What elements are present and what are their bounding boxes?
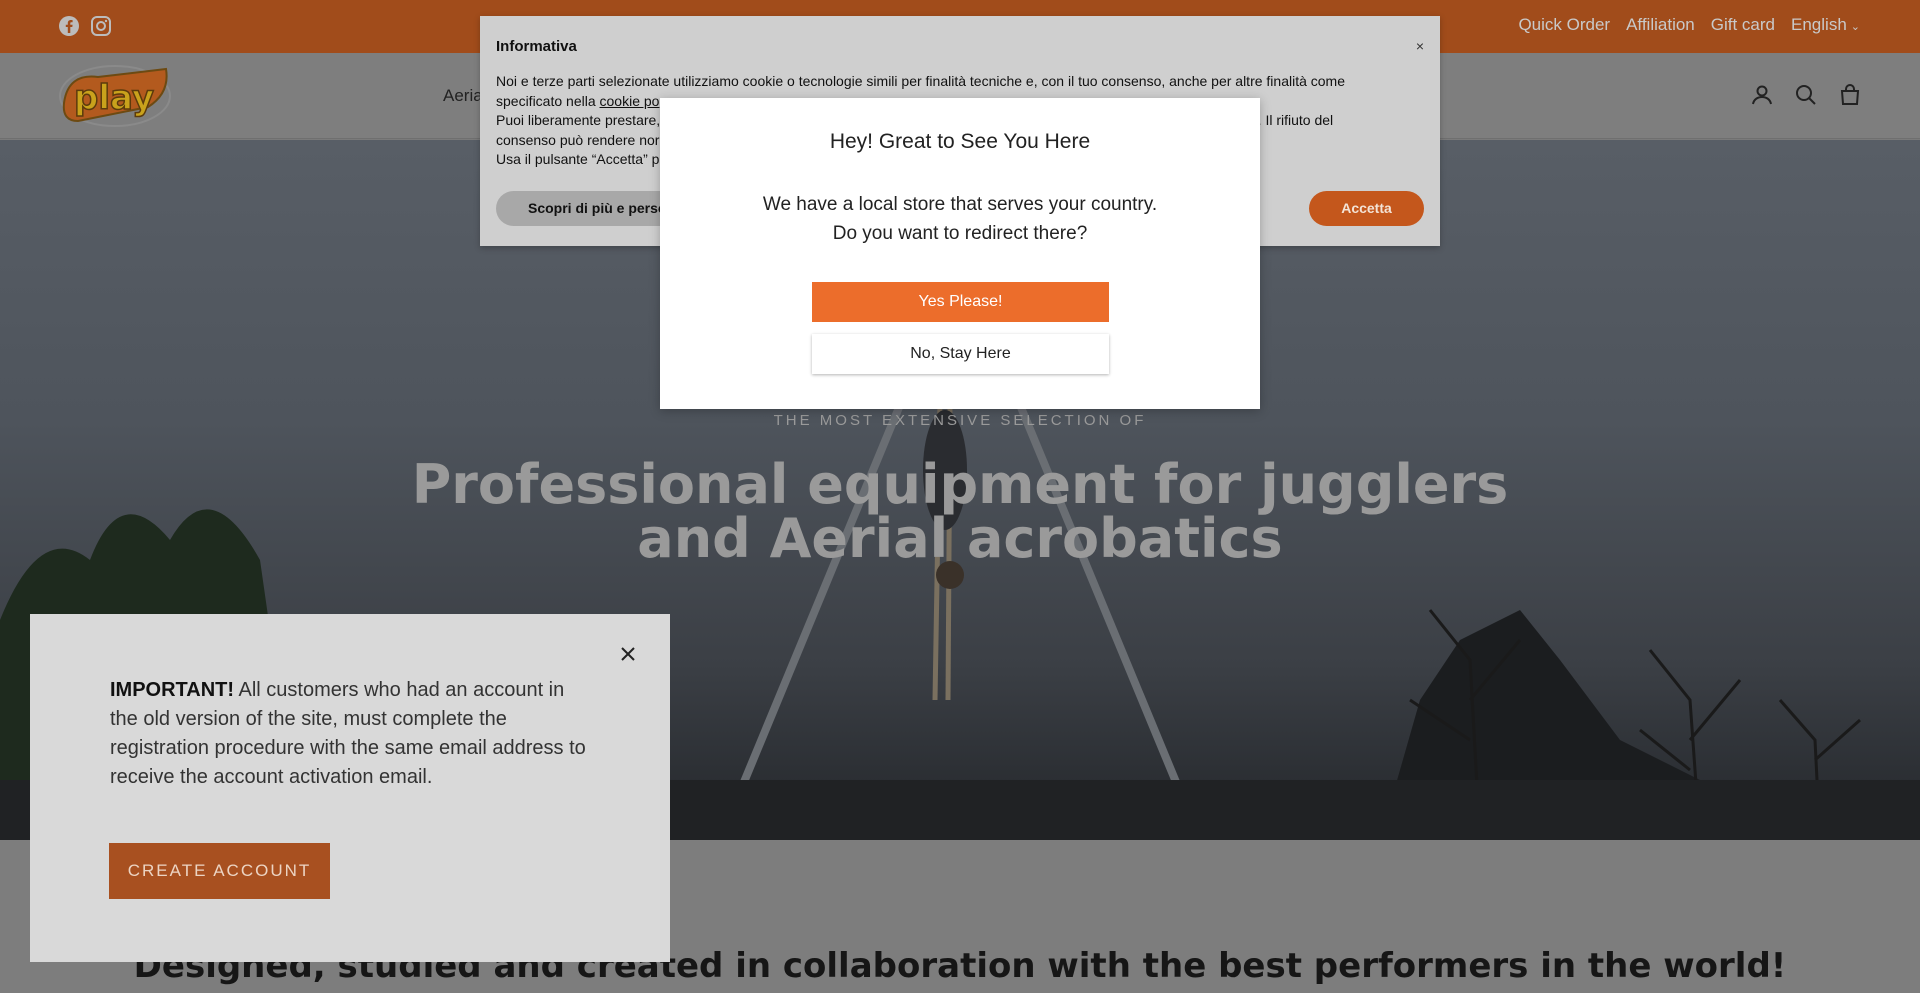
hero-title-line-1: Professional equipment for jugglers [411,453,1509,516]
cookie-line-1: Noi e terze parti selezionate utilizziam… [496,73,1346,89]
facebook-icon[interactable] [58,15,80,37]
header-actions [1750,83,1862,107]
stay-here-button[interactable]: No, Stay Here [812,334,1109,374]
cookie-title: Informativa [496,38,577,55]
hero-eyebrow: THE MOST EXTENSIVE SELECTION OF [773,412,1147,429]
quick-order-link[interactable]: Quick Order [1518,15,1610,35]
play-logo[interactable]: play [58,63,172,129]
bag-icon[interactable] [1838,83,1862,107]
modal-title: Hey! Great to See You Here [829,130,1091,153]
affiliation-link[interactable]: Affiliation [1626,15,1695,35]
notice-strong: IMPORTANT! [110,679,235,701]
create-account-button[interactable]: CREATE ACCOUNT [109,843,330,899]
notice-text: IMPORTANT! All customers who had an acco… [110,676,590,792]
account-icon[interactable] [1750,83,1774,107]
modal-text-line-2: Do you want to redirect there? [832,223,1088,244]
language-selector[interactable]: English ⌄ [1791,15,1860,35]
modal-text: We have a local store that serves your c… [660,190,1260,248]
search-icon[interactable] [1794,83,1818,107]
yes-redirect-button[interactable]: Yes Please! [812,282,1109,322]
nav-item-aerial[interactable]: Aeria [443,86,483,106]
cookie-close-button[interactable]: × [1416,38,1424,54]
cookie-accept-button[interactable]: Accetta [1309,191,1424,226]
gift-card-link[interactable]: Gift card [1711,15,1775,35]
language-label: English [1791,15,1847,34]
account-notice-popup: IMPORTANT! All customers who had an acco… [30,614,670,962]
modal-text-line-1: We have a local store that serves your c… [762,194,1158,215]
cookie-line-3-start: Puoi liberamente prestare, [496,112,661,129]
close-icon[interactable] [618,644,638,664]
svg-text:play: play [74,78,154,118]
hero-title-line-2: and Aerial acrobatics [637,507,1283,570]
store-redirect-modal: Hey! Great to See You Here We have a loc… [660,98,1260,409]
social-links [58,15,112,37]
utility-links: Quick Order Affiliation Gift card Englis… [1518,15,1860,35]
hero-title: Professional equipment for jugglers and … [0,458,1920,566]
instagram-icon[interactable] [90,15,112,37]
chevron-down-icon: ⌄ [1850,21,1860,33]
cookie-line-2-prefix: specificato nella [496,92,600,109]
cookie-policy-link[interactable]: cookie po [600,93,660,109]
